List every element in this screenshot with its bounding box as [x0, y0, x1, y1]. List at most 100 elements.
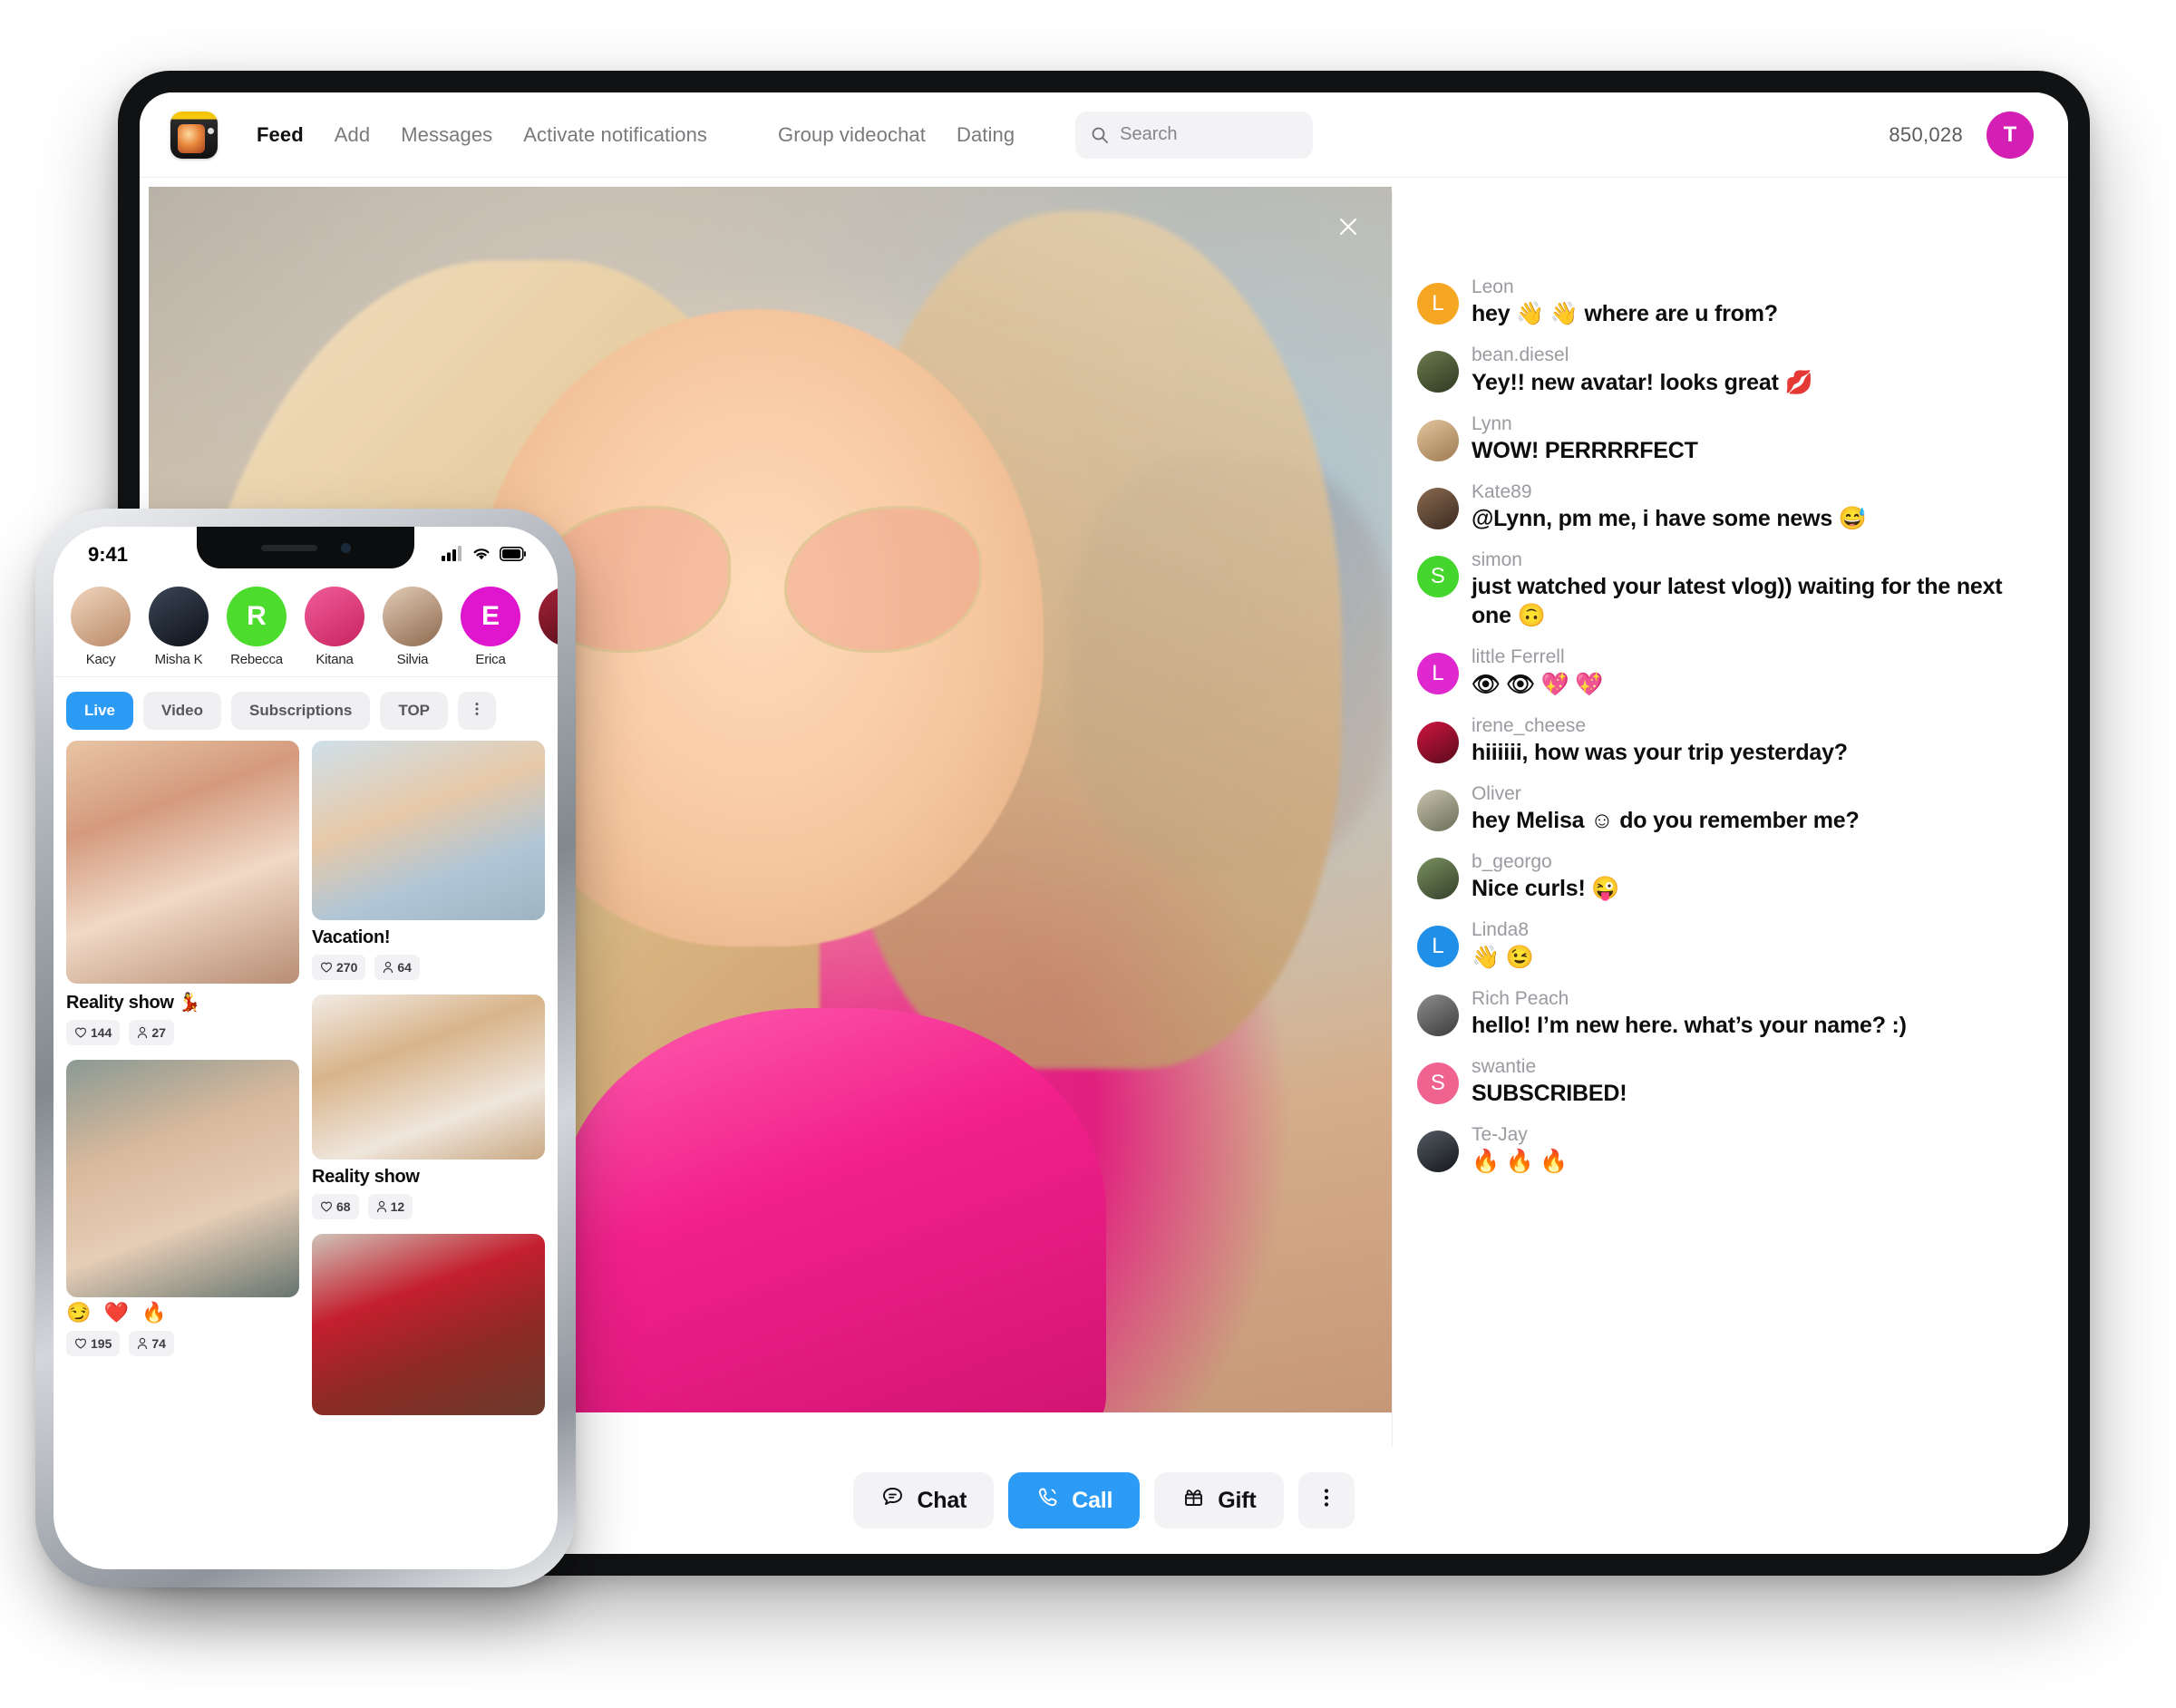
search-input[interactable] [1120, 124, 1298, 145]
avatar[interactable] [1416, 789, 1459, 831]
more-vertical-icon [1315, 1486, 1338, 1516]
chat-text: hiiiiii, how was your trip yesterday? [1471, 739, 1848, 765]
phone-call-icon [1035, 1485, 1060, 1516]
avatar[interactable]: L [1416, 283, 1459, 325]
screenshot-stage: Feed Add Messages Activate notifications… [0, 0, 2176, 1708]
chat-text: hello! I’m new here. what’s your name? :… [1471, 1012, 1907, 1038]
avatar[interactable]: S [1416, 1062, 1459, 1104]
chat-text: SUBSCRIBED! [1471, 1081, 1627, 1106]
feed-card-image[interactable] [312, 741, 545, 920]
filter-chip-video[interactable]: Video [143, 692, 222, 730]
feed-card-image[interactable] [312, 1234, 545, 1415]
avatar[interactable] [1416, 721, 1459, 763]
viewers-stat: 12 [367, 1194, 413, 1219]
chat-username: Lynn [1471, 412, 1512, 434]
story-item[interactable]: C [536, 587, 558, 667]
video-subject-top [559, 1007, 1106, 1412]
avatar[interactable] [1416, 994, 1459, 1036]
avatar[interactable] [149, 587, 209, 646]
chat-message: L little Ferrell 👁 👁 💖 💖 [1416, 645, 2041, 698]
chat-text: 👋 😉 [1471, 944, 1534, 970]
close-icon[interactable] [1328, 207, 1368, 247]
feed-card-image[interactable] [66, 1060, 299, 1297]
avatar[interactable] [1416, 351, 1459, 393]
filter-chip-live[interactable]: Live [66, 692, 134, 730]
filter-chip-top[interactable]: TOP [380, 692, 449, 730]
feed-card-title: Reality show 💃 [66, 993, 201, 1013]
story-name: Kacy [85, 652, 116, 667]
story-name: Erica [475, 652, 506, 667]
feed-card[interactable]: Reality show 68 12 [312, 995, 545, 1219]
avatar[interactable] [1416, 419, 1459, 461]
nav-item-dating[interactable]: Dating [941, 123, 1030, 147]
app-logo-icon[interactable] [170, 111, 218, 159]
likes-count: 144 [91, 1025, 112, 1040]
chat-message-body: simon just watched your latest vlog)) wa… [1472, 548, 2041, 630]
feed-card-stats: 68 12 [312, 1194, 545, 1219]
avatar[interactable]: R [227, 587, 287, 646]
avatar[interactable] [71, 587, 131, 646]
avatar[interactable]: L [1416, 653, 1459, 695]
story-item[interactable]: Kitana [302, 587, 367, 667]
nav-item-add[interactable]: Add [319, 123, 385, 147]
chat-text: 👁 👁 💖 💖 [1471, 671, 1604, 697]
nav-item-activate-notifications[interactable]: Activate notifications [508, 123, 723, 147]
story-item[interactable]: R Rebecca [224, 587, 289, 667]
logo-knob [208, 127, 214, 134]
more-vertical-icon [469, 701, 485, 722]
chat-text: hey 👋 👋 where are u from? [1471, 301, 1778, 327]
feed-card-image[interactable] [312, 995, 545, 1160]
story-name: Silvia [396, 652, 429, 667]
avatar[interactable] [1416, 1131, 1459, 1172]
chat-text: hey Melisa ☺ do you remember me? [1471, 808, 1860, 833]
feed-card-title: Vacation! [312, 927, 391, 947]
avatar[interactable] [383, 587, 442, 646]
avatar[interactable] [1416, 487, 1459, 529]
logo-lens [178, 123, 205, 153]
call-button[interactable]: Call [1008, 1472, 1141, 1528]
more-options-button[interactable] [1297, 1472, 1355, 1528]
avatar[interactable]: L [1416, 926, 1459, 968]
feed-card[interactable]: Reality show 💃 144 27 [66, 741, 299, 1045]
chat-bubble-icon [880, 1485, 905, 1516]
feed-card[interactable]: 😏 ❤️ 🔥 195 74 [66, 1060, 299, 1356]
chat-text: just watched your latest vlog)) waiting … [1471, 574, 2003, 629]
filter-chip-subscriptions[interactable]: Subscriptions [231, 692, 371, 730]
chat-message: S swantie SUBSCRIBED! [1416, 1055, 2041, 1108]
story-item[interactable]: E Erica [458, 587, 523, 667]
chat-message-body: Kate89 @Lynn, pm me, i have some news 😅 [1472, 480, 1867, 533]
stories-row[interactable]: Kacy Misha K R Rebecca Kitana Silvia E E… [53, 574, 558, 677]
chat-button[interactable]: Chat [853, 1472, 995, 1528]
chat-message-list[interactable]: L Leon hey 👋 👋 where are u from? bean.di… [1416, 189, 2041, 1451]
feed-grid[interactable]: Reality show 💃 144 27 😏 ❤️ 🔥 195 74 Vaca… [53, 741, 558, 1569]
chat-message-body: Rich Peach hello! I’m new here. what’s y… [1472, 987, 1907, 1040]
nav-item-messages[interactable]: Messages [385, 123, 508, 147]
chat-message-body: b_georgo Nice curls! 😜 [1472, 850, 1620, 903]
filter-more-button[interactable] [458, 692, 497, 730]
phone-notch [197, 527, 414, 568]
gift-button[interactable]: Gift [1154, 1472, 1284, 1528]
avatar[interactable]: S [1416, 556, 1459, 597]
viewers-stat: 27 [129, 1020, 174, 1045]
feed-card[interactable] [312, 1234, 545, 1415]
likes-count: 270 [336, 960, 358, 975]
avatar[interactable] [305, 587, 364, 646]
chat-message: L Leon hey 👋 👋 where are u from? [1416, 276, 2041, 328]
avatar[interactable] [539, 587, 558, 646]
chat-username: simon [1471, 549, 1522, 570]
story-item[interactable]: Kacy [68, 587, 133, 667]
nav-item-group-videochat[interactable]: Group videochat [763, 123, 941, 147]
story-item[interactable]: Misha K [146, 587, 211, 667]
feed-card-image[interactable] [66, 741, 299, 984]
user-avatar[interactable]: T [1987, 111, 2034, 159]
avatar[interactable]: E [461, 587, 520, 646]
nav-item-feed[interactable]: Feed [241, 123, 319, 147]
battery-icon [500, 543, 527, 567]
status-time: 9:41 [88, 543, 129, 566]
story-item[interactable]: Silvia [380, 587, 445, 667]
avatar[interactable] [1416, 858, 1459, 899]
search-box[interactable] [1075, 111, 1314, 159]
feed-card[interactable]: Vacation! 270 64 [312, 741, 545, 980]
feed-card-emojis: 😏 ❤️ 🔥 [66, 1301, 170, 1324]
chat-username: irene_cheese [1471, 714, 1587, 736]
